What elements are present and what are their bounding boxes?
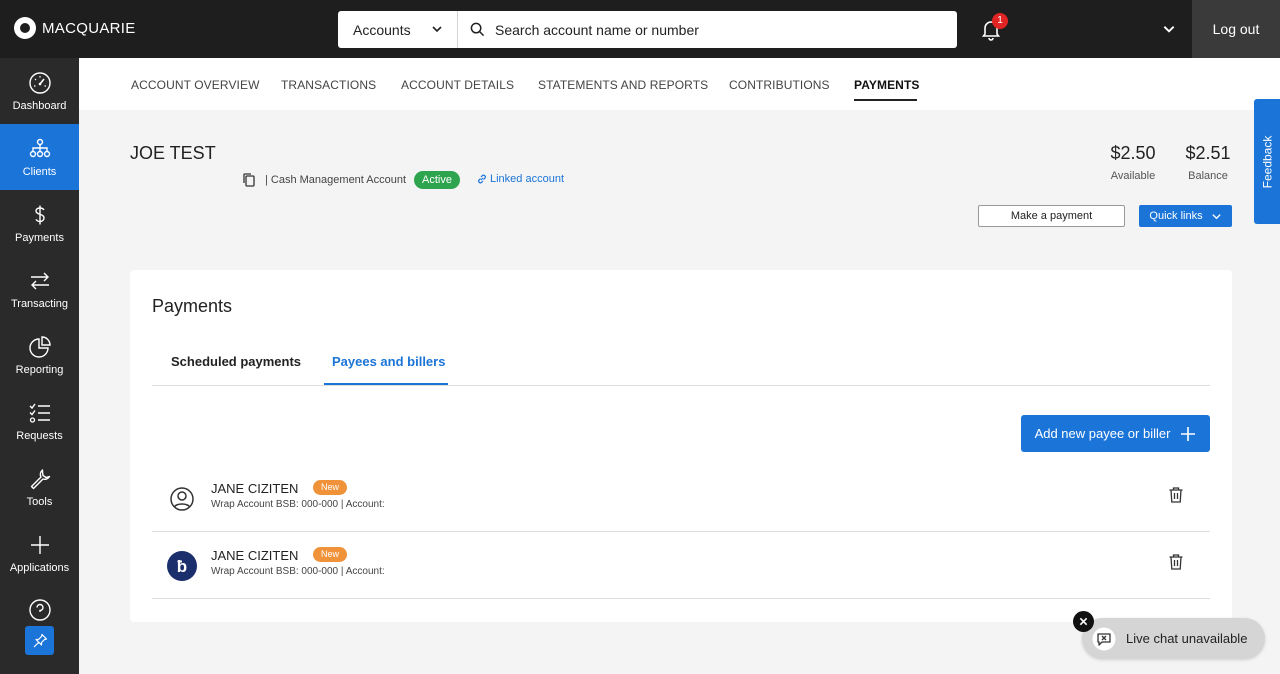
logo-mark-icon — [14, 17, 36, 39]
trash-icon[interactable] — [1168, 553, 1184, 571]
checklist-icon — [29, 403, 50, 423]
add-payee-label: Add new payee or biller — [1034, 426, 1171, 441]
nav-item-transacting[interactable]: Transacting — [0, 256, 79, 322]
feedback-label: Feedback — [1260, 135, 1275, 188]
logout-button[interactable]: Log out — [1192, 0, 1280, 58]
nav-item-payments[interactable]: Payments — [0, 190, 79, 256]
subtabs-divider — [152, 385, 1210, 386]
nav-item-reporting[interactable]: Reporting — [0, 322, 79, 388]
active-tab-underline — [854, 99, 917, 101]
feedback-tab[interactable]: Feedback — [1254, 99, 1280, 224]
balance-value: $2.51 — [1185, 143, 1231, 163]
available-label: Available — [1110, 170, 1156, 182]
clients-hierarchy-icon — [29, 138, 50, 157]
nav-item-dashboard[interactable]: Dashboard — [0, 58, 79, 124]
linked-account-link[interactable]: Linked account — [476, 173, 564, 185]
nav-label: Requests — [16, 429, 63, 442]
tab-scheduled-payments[interactable]: Scheduled payments — [171, 354, 301, 369]
linked-account-label: Linked account — [490, 173, 564, 185]
top-bar: MACQUARIE Accounts 1 Log out — [0, 0, 1280, 58]
copy-icon[interactable] — [242, 172, 256, 188]
notification-count-badge: 1 — [992, 13, 1008, 29]
quick-links-button[interactable]: Quick links — [1139, 205, 1232, 227]
account-name: JOE TEST — [130, 143, 216, 163]
profile-chevron-down-icon[interactable] — [1162, 22, 1176, 36]
tab-statements-and-reports[interactable]: STATEMENTS AND REPORTS — [538, 78, 708, 92]
nav-label: Dashboard — [12, 99, 67, 112]
payee-row[interactable]: b JANE CIZITEN New Wrap Account BSB: 000… — [152, 533, 1210, 599]
tab-contributions[interactable]: CONTRIBUTIONS — [729, 78, 830, 92]
dashboard-gauge-icon — [28, 71, 51, 94]
chevron-down-icon — [1211, 213, 1221, 219]
svg-text:b: b — [177, 557, 187, 576]
nav-label: Applications — [9, 561, 70, 574]
nav-label: Reporting — [15, 363, 64, 376]
payee-row[interactable]: JANE CIZITEN New Wrap Account BSB: 000-0… — [152, 466, 1210, 532]
nav-item-applications[interactable]: Applications — [0, 520, 79, 586]
nav-label: Tools — [26, 495, 53, 508]
tab-account-details[interactable]: ACCOUNT DETAILS — [401, 78, 514, 92]
nav-item-clients[interactable]: Clients — [0, 124, 79, 190]
chat-unavailable-icon — [1092, 627, 1116, 650]
close-icon — [1079, 617, 1088, 626]
live-chat-label: Live chat unavailable — [1126, 631, 1248, 646]
tab-transactions[interactable]: TRANSACTIONS — [281, 78, 376, 92]
payee-name: JANE CIZITEN — [211, 548, 299, 563]
search-icon — [470, 22, 485, 37]
tab-account-overview[interactable]: ACCOUNT OVERVIEW — [131, 78, 260, 92]
link-icon — [478, 174, 486, 184]
payee-detail: Wrap Account BSB: 000-000 | Account: — [211, 566, 385, 577]
add-payee-button[interactable]: Add new payee or biller — [1021, 415, 1210, 452]
chevron-down-icon — [432, 26, 442, 33]
active-subtab-underline — [324, 383, 448, 385]
plus-icon — [1181, 426, 1196, 441]
bpay-icon: b — [167, 551, 197, 581]
macquarie-logo[interactable]: MACQUARIE — [14, 17, 136, 39]
tab-payments[interactable]: PAYMENTS — [854, 78, 919, 92]
balance-amount: $2.51 Balance — [1181, 143, 1235, 182]
wrench-icon — [30, 468, 50, 489]
user-circle-icon — [170, 487, 194, 511]
live-chat-widget[interactable]: Live chat unavailable — [1082, 618, 1265, 659]
nav-item-requests[interactable]: Requests — [0, 388, 79, 454]
account-type-select-value: Accounts — [353, 21, 411, 38]
transfer-arrows-icon — [30, 272, 49, 289]
payments-card: Payments Scheduled payments Payees and b… — [130, 270, 1232, 622]
plus-icon — [30, 535, 49, 554]
account-type-select[interactable]: Accounts — [338, 11, 458, 48]
available-amount: $2.50 Available — [1105, 143, 1161, 182]
help-icon — [28, 599, 51, 621]
side-nav: Dashboard Clients Payments Transacting R… — [0, 58, 79, 674]
payments-title: Payments — [152, 296, 233, 316]
status-badge: Active — [414, 171, 460, 189]
available-value: $2.50 — [1110, 143, 1156, 163]
trash-icon[interactable] — [1168, 486, 1184, 504]
search-box: Accounts — [338, 11, 957, 48]
nav-label: Payments — [15, 231, 64, 244]
balance-label: Balance — [1188, 170, 1228, 182]
dollar-icon — [34, 205, 45, 224]
pin-nav-button[interactable] — [25, 626, 54, 655]
nav-item-tools[interactable]: Tools — [0, 454, 79, 520]
payee-name: JANE CIZITEN — [211, 481, 299, 496]
quick-links-label: Quick links — [1149, 210, 1203, 222]
payee-detail: Wrap Account BSB: 000-000 | Account: — [211, 499, 385, 510]
new-badge: New — [313, 547, 348, 562]
nav-label: Transacting — [10, 297, 69, 310]
pin-icon — [33, 633, 47, 647]
account-tabs: ACCOUNT OVERVIEW TRANSACTIONS ACCOUNT DE… — [79, 58, 1280, 110]
search-field — [458, 11, 957, 48]
tab-payees-and-billers[interactable]: Payees and billers — [332, 354, 445, 369]
account-type: | Cash Management Account — [265, 174, 407, 186]
brand-name: MACQUARIE — [42, 19, 136, 37]
pie-chart-icon — [28, 335, 51, 358]
nav-label: Clients — [22, 165, 57, 178]
close-chat-button[interactable] — [1073, 611, 1094, 632]
new-badge: New — [313, 480, 348, 495]
make-payment-button[interactable]: Make a payment — [978, 205, 1125, 227]
search-input[interactable] — [495, 21, 895, 38]
